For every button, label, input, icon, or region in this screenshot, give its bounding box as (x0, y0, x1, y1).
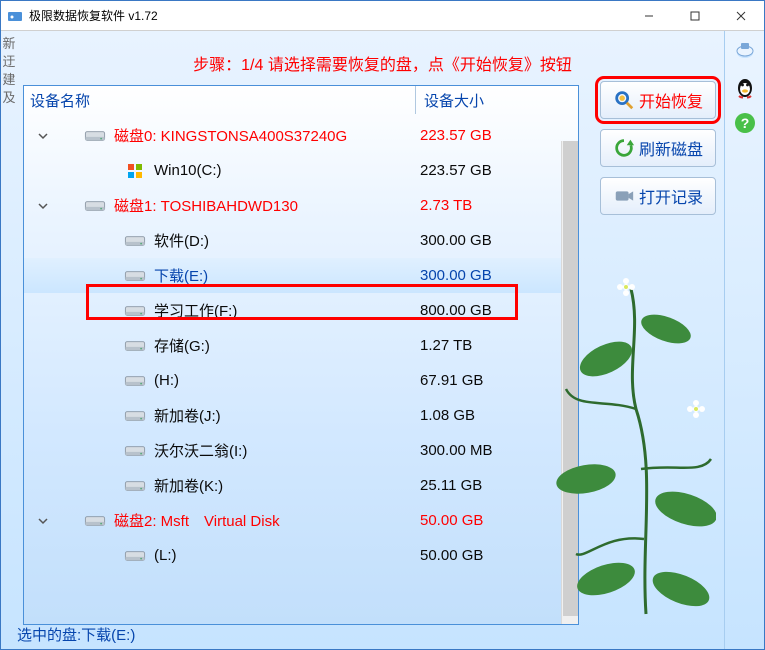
refresh-icon (613, 137, 635, 159)
drive-icon (124, 477, 146, 495)
device-tree: 磁盘0: KINGSTONSA400S37240G223.57 GBWin10(… (24, 114, 578, 624)
minimize-button[interactable] (626, 1, 672, 31)
start-recover-label: 开始恢复 (639, 88, 703, 112)
volume-row[interactable]: 存储(G:) 1.27 TB (24, 328, 578, 363)
drive-icon (124, 547, 146, 565)
drive-icon (124, 337, 146, 355)
row-size: 300.00 MB (420, 442, 493, 459)
chevron-down-icon[interactable] (32, 131, 54, 141)
row-name: 软件(D:) (154, 230, 209, 251)
help-icon[interactable]: ? (731, 109, 759, 137)
scrollbar-thumb[interactable] (563, 141, 578, 616)
row-size: 223.57 GB (420, 127, 492, 144)
drive-icon (124, 267, 146, 285)
windows-logo-icon (124, 162, 146, 180)
instruction-text: 步骤：1/4 请选择需要恢复的盘，点《开始恢复》按钮 (1, 51, 764, 75)
row-size: 2.73 TB (420, 197, 472, 214)
drive-icon (84, 512, 106, 530)
volume-row[interactable]: (L:) 50.00 GB (24, 538, 578, 573)
status-prefix: 选中的盘: (17, 627, 81, 644)
title-bar: 极限数据恢复软件 v1.72 (1, 1, 764, 31)
row-name: 存储(G:) (154, 335, 210, 356)
disk-row[interactable]: 磁盘0: KINGSTONSA400S37240G 223.57 GB (24, 118, 578, 153)
drive-icon (124, 407, 146, 425)
volume-row[interactable]: 新加卷(K:) 25.11 GB (24, 468, 578, 503)
row-size: 1.27 TB (420, 337, 472, 354)
refresh-disks-button[interactable]: 刷新磁盘 (600, 129, 716, 167)
close-button[interactable] (718, 1, 764, 31)
volume-row[interactable]: 新加卷(J:) 1.08 GB (24, 398, 578, 433)
row-name: 下载(E:) (154, 265, 208, 286)
right-tool-strip: ? (724, 31, 764, 649)
camera-log-icon (613, 185, 635, 207)
row-size: 50.00 GB (420, 547, 483, 564)
row-name: 沃尔沃二翁(I:) (154, 440, 247, 461)
vertical-scrollbar[interactable] (561, 141, 578, 624)
device-panel: 设备名称 设备大小 磁盘0: KINGSTONSA400S37240G 223.5… (23, 85, 579, 625)
volume-row[interactable]: 沃尔沃二翁(I:) 300.00 MB (24, 433, 578, 468)
drive-icon (124, 302, 146, 320)
row-size: 25.11 GB (420, 477, 482, 494)
drive-icon (124, 372, 146, 390)
row-size: 50.00 GB (420, 512, 483, 529)
row-name: 磁盘2: Msft Virtual Disk (114, 510, 280, 531)
row-size: 800.00 GB (420, 302, 492, 319)
window-controls (626, 1, 764, 31)
content-area: 新迂建及 步骤：1/4 请选择需要恢复的盘，点《开始恢复》按钮 设备名称 设备大… (1, 31, 764, 649)
row-name: (L:) (154, 547, 177, 564)
volume-row[interactable]: 学习工作(F:) 800.00 GB (24, 293, 578, 328)
row-size: 67.91 GB (420, 372, 483, 389)
disk-row[interactable]: 磁盘1: TOSHIBAHDWD130 2.73 TB (24, 188, 578, 223)
row-size: 1.08 GB (420, 407, 475, 424)
volume-row[interactable]: (H:) 67.91 GB (24, 363, 578, 398)
row-name: 磁盘0: KINGSTONSA400S37240G (114, 125, 347, 146)
drive-icon (124, 232, 146, 250)
drive-icon (84, 127, 106, 145)
side-buttons: 开始恢复 刷新磁盘 打开记录 (600, 81, 716, 225)
svg-text:?: ? (740, 115, 749, 131)
qq-icon[interactable] (731, 73, 759, 101)
column-headers: 设备名称 设备大小 (24, 86, 578, 114)
row-name: 新加卷(J:) (154, 405, 221, 426)
volume-row[interactable]: 下载(E:) 300.00 GB (24, 258, 578, 293)
row-name: 学习工作(F:) (154, 300, 237, 321)
row-name: (H:) (154, 372, 179, 389)
open-log-label: 打开记录 (639, 184, 703, 208)
app-icon (7, 8, 23, 24)
column-name-header[interactable]: 设备名称 (24, 86, 416, 114)
volume-row[interactable]: 软件(D:) 300.00 GB (24, 223, 578, 258)
column-size-header[interactable]: 设备大小 (416, 90, 484, 111)
maximize-button[interactable] (672, 1, 718, 31)
app-window: 极限数据恢复软件 v1.72 新迂建及 步骤：1/4 请选择需要恢复的盘，点《开… (0, 0, 765, 650)
volume-row[interactable]: Win10(C:) 223.57 GB (24, 153, 578, 188)
row-size: 223.57 GB (420, 162, 492, 179)
status-bar: 选中的盘:下载(E:) (17, 624, 135, 645)
row-name: Win10(C:) (154, 162, 222, 179)
drive-icon (124, 442, 146, 460)
strip-icon-1[interactable] (731, 37, 759, 65)
disk-row[interactable]: 磁盘2: Msft Virtual Disk 50.00 GB (24, 503, 578, 538)
row-name: 磁盘1: TOSHIBAHDWD130 (114, 195, 298, 216)
window-title: 极限数据恢复软件 v1.72 (29, 7, 626, 24)
refresh-disks-label: 刷新磁盘 (639, 136, 703, 160)
open-log-button[interactable]: 打开记录 (600, 177, 716, 215)
magnifier-icon (613, 89, 635, 111)
start-recover-button[interactable]: 开始恢复 (600, 81, 716, 119)
row-name: 新加卷(K:) (154, 475, 223, 496)
row-size: 300.00 GB (420, 232, 492, 249)
drive-icon (84, 197, 106, 215)
status-value: 下载(E:) (81, 627, 135, 644)
chevron-down-icon[interactable] (32, 516, 54, 526)
chevron-down-icon[interactable] (32, 201, 54, 211)
left-gutter-text: 新迂建及 (1, 31, 17, 649)
row-size: 300.00 GB (420, 267, 492, 284)
